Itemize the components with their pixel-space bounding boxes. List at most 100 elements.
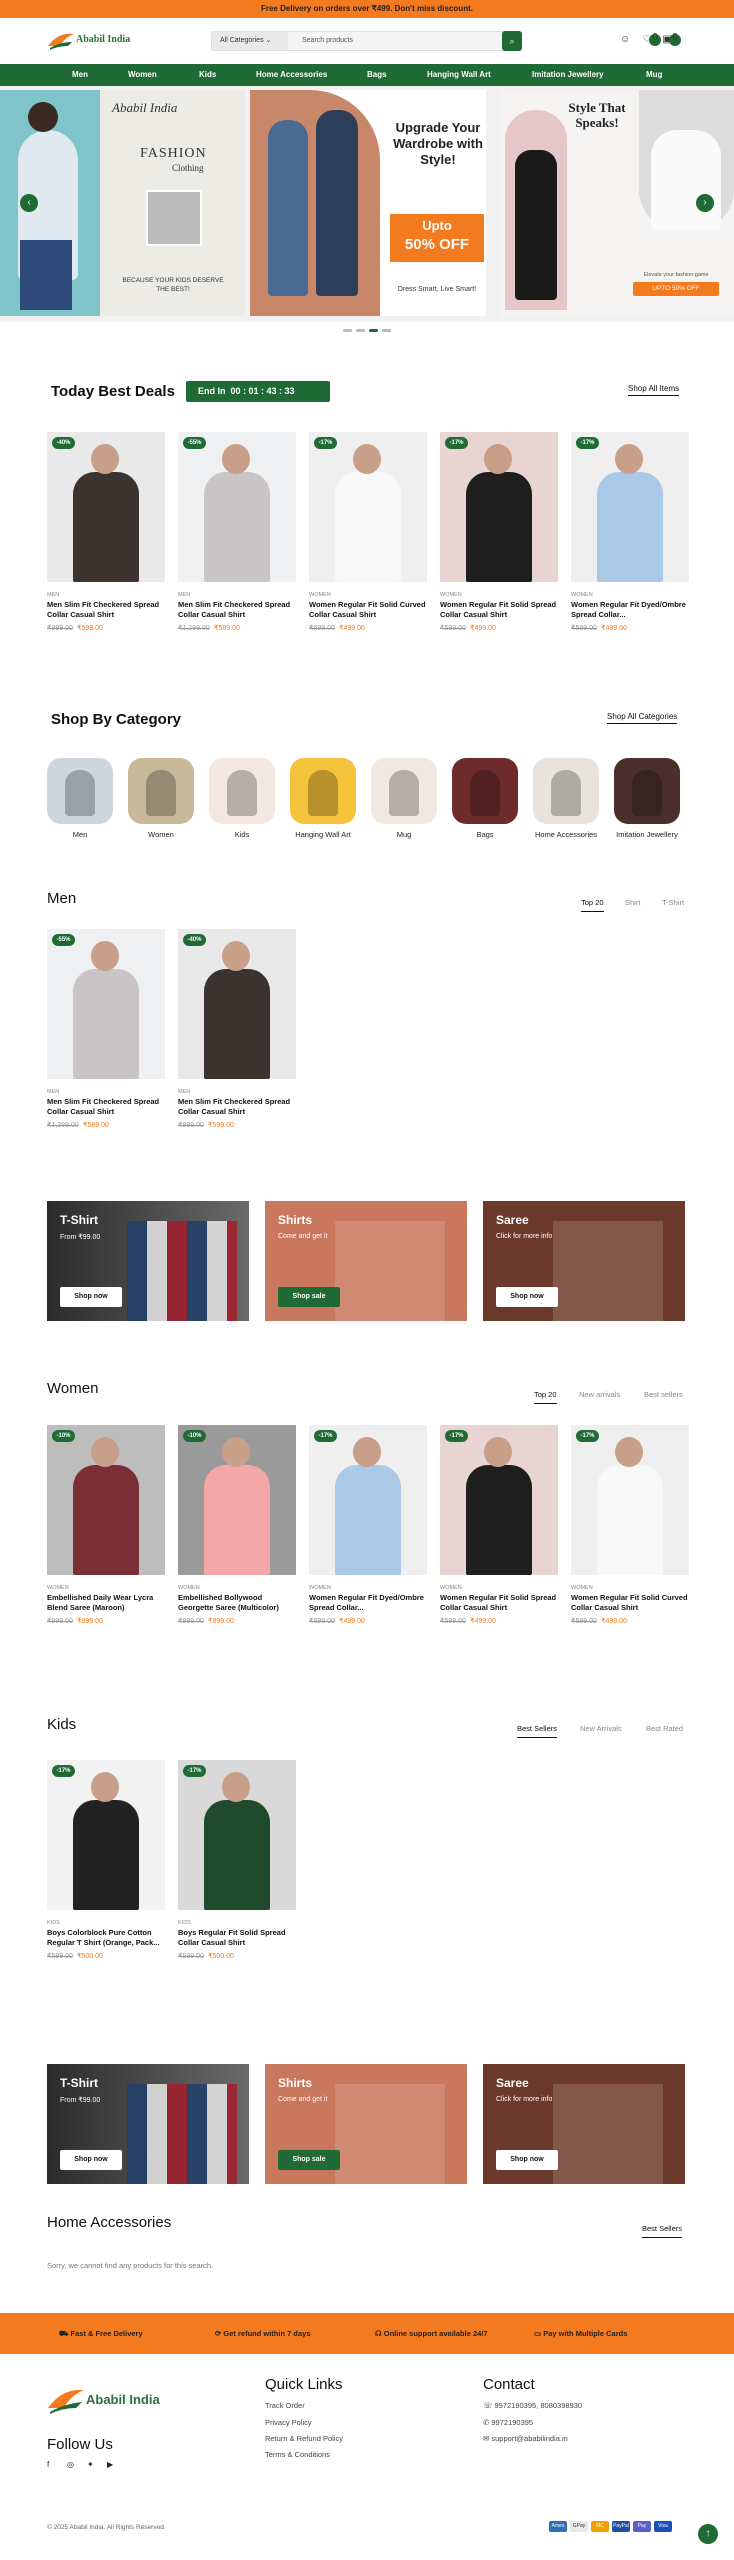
nav-item-kids[interactable]: Kids (199, 64, 216, 86)
footer-link-privacy[interactable]: Privacy Policy (265, 2418, 312, 2427)
category-image[interactable] (209, 758, 275, 824)
saree-banner[interactable]: Saree Click for more info Shop now (483, 2064, 685, 2184)
nav-item-hanging-wall-art[interactable]: Hanging Wall Art (427, 64, 491, 86)
product-card[interactable]: -10% WOMEN Embellished Bollywood Georgette… (178, 1425, 296, 1645)
category-item[interactable]: Hanging Wall Art (290, 758, 356, 854)
shop-all-categories-link[interactable]: Shop All Categories (607, 712, 678, 724)
product-card[interactable]: -17% WOMEN Women Regular Fit Dyed/Ombre Sp… (571, 432, 689, 652)
product-name[interactable]: Women Regular Fit Dyed/Ombre Spread Coll… (571, 600, 689, 620)
banner-button[interactable]: Shop sale (278, 2150, 340, 2170)
product-image[interactable]: -17% (178, 1760, 296, 1910)
footer-logo[interactable]: Ababil India (46, 2382, 176, 2416)
product-image[interactable]: -10% (47, 1425, 165, 1575)
nav-item-home-accessories[interactable]: Home Accessories (256, 64, 327, 86)
hero-upto-button[interactable]: UPTO 50% OFF (633, 282, 719, 296)
tab-shirt[interactable]: Shirt (625, 898, 640, 907)
product-name[interactable]: Embellished Daily Wear Lycra Blend Saree… (47, 1593, 165, 1613)
product-name[interactable]: Women Regular Fit Solid Spread Collar Ca… (440, 1593, 558, 1613)
category-image[interactable] (452, 758, 518, 824)
tab-top-20[interactable]: Top 20 (581, 898, 604, 912)
tab-new-arrivals[interactable]: New arrivals (579, 1390, 620, 1399)
footer-link-refund[interactable]: Return & Refund Policy (265, 2434, 343, 2443)
product-name[interactable]: Women Regular Fit Solid Curved Collar Ca… (571, 1593, 689, 1613)
category-image[interactable] (371, 758, 437, 824)
product-name[interactable]: Women Regular Fit Dyed/Ombre Spread Coll… (309, 1593, 427, 1613)
category-item[interactable]: Kids (209, 758, 275, 854)
tab-best-rated[interactable]: Best Rated (646, 1724, 683, 1733)
shirts-banner[interactable]: Shirts Come and get it Shop sale (265, 2064, 467, 2184)
banner-button[interactable]: Shop sale (278, 1287, 340, 1307)
product-image[interactable]: -17% (440, 1425, 558, 1575)
saree-banner[interactable]: Saree Click for more info Shop now (483, 1201, 685, 1321)
category-image[interactable] (47, 758, 113, 824)
product-name[interactable]: Men Slim Fit Checkered Spread Collar Cas… (178, 600, 296, 620)
contact-email[interactable]: ✉ support@ababilindia.in (483, 2434, 568, 2443)
product-image[interactable]: -17% (309, 1425, 427, 1575)
product-card[interactable]: -55% MEN Men Slim Fit Checkered Spread Col… (47, 929, 165, 1149)
tshirt-banner[interactable]: T-Shirt From ₹99.00 Shop now (47, 2064, 249, 2184)
shop-all-items-link[interactable]: Shop All Items (628, 384, 680, 396)
user-icon[interactable]: ☺ (619, 34, 631, 46)
product-name[interactable]: Men Slim Fit Checkered Spread Collar Cas… (178, 1097, 296, 1117)
product-name[interactable]: Boys Colorblock Pure Cotton Regular T Sh… (47, 1928, 165, 1948)
banner-button[interactable]: Shop now (496, 2150, 558, 2170)
youtube-icon[interactable]: ▶ (107, 2460, 113, 2469)
category-item[interactable]: Men (47, 758, 113, 854)
product-card[interactable]: -17% WOMEN Women Regular Fit Solid Spread … (440, 1425, 558, 1645)
slider-prev-button[interactable]: ‹ (20, 194, 38, 212)
footer-link-track-order[interactable]: Track Order (265, 2401, 305, 2410)
product-name[interactable]: Women Regular Fit Solid Spread Collar Ca… (440, 600, 558, 620)
facebook-icon[interactable]: f (47, 2460, 49, 2469)
slider-dot[interactable] (382, 329, 391, 332)
back-to-top-button[interactable]: ↑ (698, 2524, 718, 2544)
tab-best-sellers[interactable]: Best sellers (644, 1390, 683, 1399)
product-name[interactable]: Embellished Bollywood Georgette Saree (M… (178, 1593, 296, 1613)
banner-button[interactable]: Shop now (60, 1287, 122, 1307)
product-image[interactable]: -55% (178, 432, 296, 582)
product-image[interactable]: -17% (47, 1760, 165, 1910)
product-image[interactable]: -10% (178, 1425, 296, 1575)
shirts-banner[interactable]: Shirts Come and get it Shop sale (265, 1201, 467, 1321)
tab-top-20[interactable]: Top 20 (534, 1390, 557, 1404)
nav-item-mug[interactable]: Mug (646, 64, 662, 86)
tab-best-sellers[interactable]: Best Sellers (642, 2224, 683, 2238)
product-name[interactable]: Men Slim Fit Checkered Spread Collar Cas… (47, 600, 165, 620)
product-card[interactable]: -17% KIDS Boys Regular Fit Solid Spread Co… (178, 1760, 296, 1980)
category-item[interactable]: Imitation Jewellery (614, 758, 680, 854)
product-card[interactable]: -17% WOMEN Women Regular Fit Solid Curved … (571, 1425, 689, 1645)
product-image[interactable]: -40% (178, 929, 296, 1079)
product-card[interactable]: -17% WOMEN Women Regular Fit Dyed/Ombre Sp… (309, 1425, 427, 1645)
slider-dot[interactable] (343, 329, 352, 332)
category-item[interactable]: Bags (452, 758, 518, 854)
category-image[interactable] (128, 758, 194, 824)
twitter-icon[interactable]: ✦ (87, 2460, 94, 2469)
category-item[interactable]: Home Accessories (533, 758, 599, 854)
product-card[interactable]: -17% WOMEN Women Regular Fit Solid Curved … (309, 432, 427, 652)
tshirt-banner[interactable]: T-Shirt From ₹99.00 Shop now (47, 1201, 249, 1321)
instagram-icon[interactable]: ◎ (67, 2460, 74, 2469)
hero-panel-wardrobe[interactable]: Upgrade Your Wardrobe with Style! Upto 5… (250, 90, 486, 316)
banner-button[interactable]: Shop now (496, 1287, 558, 1307)
product-name[interactable]: Women Regular Fit Solid Curved Collar Ca… (309, 600, 427, 620)
product-image[interactable]: -17% (571, 432, 689, 582)
product-image[interactable]: -17% (440, 432, 558, 582)
footer-link-terms[interactable]: Terms & Conditions (265, 2450, 330, 2459)
product-name[interactable]: Men Slim Fit Checkered Spread Collar Cas… (47, 1097, 165, 1117)
product-card[interactable]: -40% MEN Men Slim Fit Checkered Spread Col… (47, 432, 165, 652)
nav-item-bags[interactable]: Bags (367, 64, 387, 86)
product-image[interactable]: -55% (47, 929, 165, 1079)
product-image[interactable]: -17% (309, 432, 427, 582)
search-input[interactable]: Search products (302, 32, 353, 50)
product-image[interactable]: -17% (571, 1425, 689, 1575)
category-item[interactable]: Women (128, 758, 194, 854)
banner-button[interactable]: Shop now (60, 2150, 122, 2170)
product-card[interactable]: -17% KIDS Boys Colorblock Pure Cotton Regu… (47, 1760, 165, 1980)
tab-new-arrivals[interactable]: New Arrivals (580, 1724, 622, 1733)
product-card[interactable]: -10% WOMEN Embellished Daily Wear Lycra Bl… (47, 1425, 165, 1645)
slider-dot[interactable] (356, 329, 365, 332)
nav-item-imitation-jewellery[interactable]: Imitation Jewellery (532, 64, 604, 86)
product-card[interactable]: -40% MEN Men Slim Fit Checkered Spread Col… (178, 929, 296, 1149)
slider-dot-active[interactable] (369, 329, 378, 332)
site-logo[interactable]: Ababil India (46, 28, 136, 52)
nav-item-women[interactable]: Women (128, 64, 157, 86)
